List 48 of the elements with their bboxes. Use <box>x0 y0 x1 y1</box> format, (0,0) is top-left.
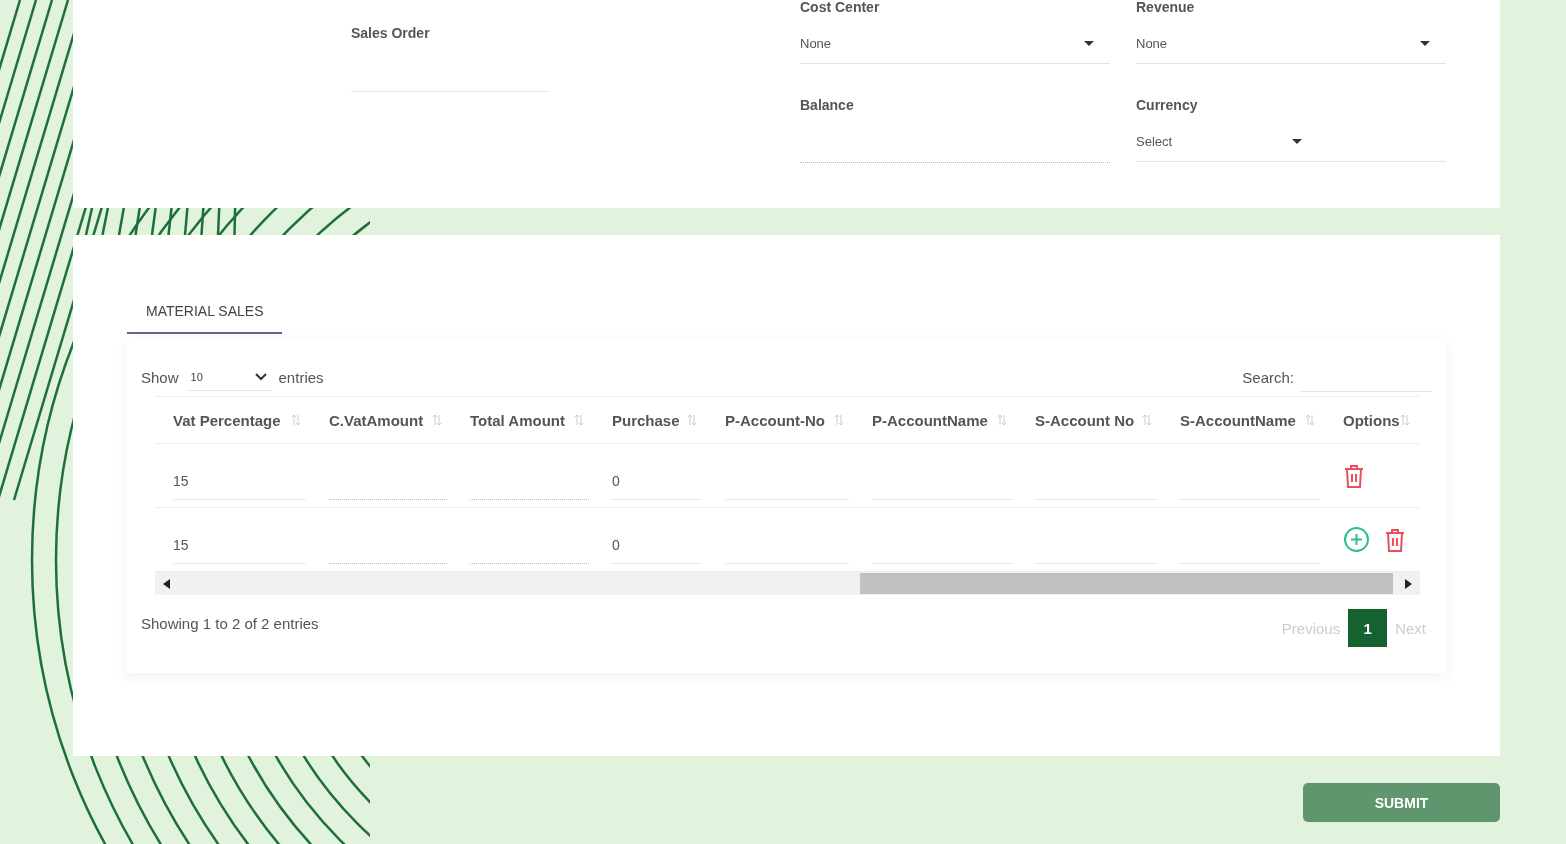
caret-icon <box>1084 41 1094 46</box>
scrollbar-thumb[interactable] <box>860 573 1393 594</box>
field-label: Cost Center <box>800 0 881 16</box>
field-label: Revenue <box>1136 0 1196 16</box>
chevron-icon <box>254 372 267 381</box>
sort-icon <box>834 414 844 426</box>
column-header[interactable]: S-AccountName <box>1162 397 1325 443</box>
dropdown[interactable]: None <box>800 24 1110 64</box>
column-header[interactable]: Purchase <box>594 397 707 443</box>
column-header[interactable]: Vat Percentage <box>155 397 311 443</box>
table-input[interactable]: 0 <box>612 527 702 564</box>
tab[interactable]: MATERIAL SALES <box>127 295 283 334</box>
sort-icon <box>574 414 584 426</box>
caret-icon <box>1292 139 1302 144</box>
sort-icon <box>1142 414 1152 426</box>
entries-info: Showing 1 to 2 of 2 entries <box>141 614 319 632</box>
column-header[interactable]: S-Account No <box>1017 397 1162 443</box>
search-label: Search: <box>1242 368 1294 386</box>
table-input[interactable]: 15 <box>173 527 306 564</box>
scroll-right-icon[interactable] <box>1405 578 1412 589</box>
table-input[interactable]: 15 <box>173 463 306 500</box>
trash-icon[interactable] <box>1384 526 1406 553</box>
column-header[interactable]: P-Account-No <box>707 397 854 443</box>
sort-icon <box>687 414 697 426</box>
dropdown[interactable]: Select <box>1136 122 1446 162</box>
show-label: Show <box>141 368 179 386</box>
scroll-left-icon[interactable] <box>163 578 170 589</box>
horizontal-scrollbar[interactable] <box>155 572 1420 595</box>
sort-icon <box>1305 414 1315 426</box>
dropdown[interactable]: None <box>1136 24 1446 64</box>
sort-icon <box>1400 414 1410 426</box>
column-header[interactable]: Options <box>1325 397 1420 443</box>
add-icon[interactable] <box>1343 526 1370 553</box>
column-header[interactable]: Total Amount <box>452 397 594 443</box>
caret-icon <box>1420 41 1430 46</box>
field-label: Currency <box>1136 97 1199 114</box>
field-label: Balance <box>800 97 855 114</box>
entries-label: entries <box>278 368 324 386</box>
trash-icon[interactable] <box>1343 462 1365 489</box>
column-header[interactable]: P-AccountName <box>854 397 1017 443</box>
sort-icon <box>432 414 442 426</box>
page-size-dropdown[interactable]: 10 <box>186 363 271 391</box>
column-header[interactable]: C.VatAmount <box>311 397 452 443</box>
field-label: Sales Order <box>351 25 431 42</box>
sort-icon <box>291 414 301 426</box>
table-input[interactable]: 0 <box>612 463 702 500</box>
sort-icon <box>997 414 1007 426</box>
page-button[interactable]: 1 <box>1348 609 1388 647</box>
